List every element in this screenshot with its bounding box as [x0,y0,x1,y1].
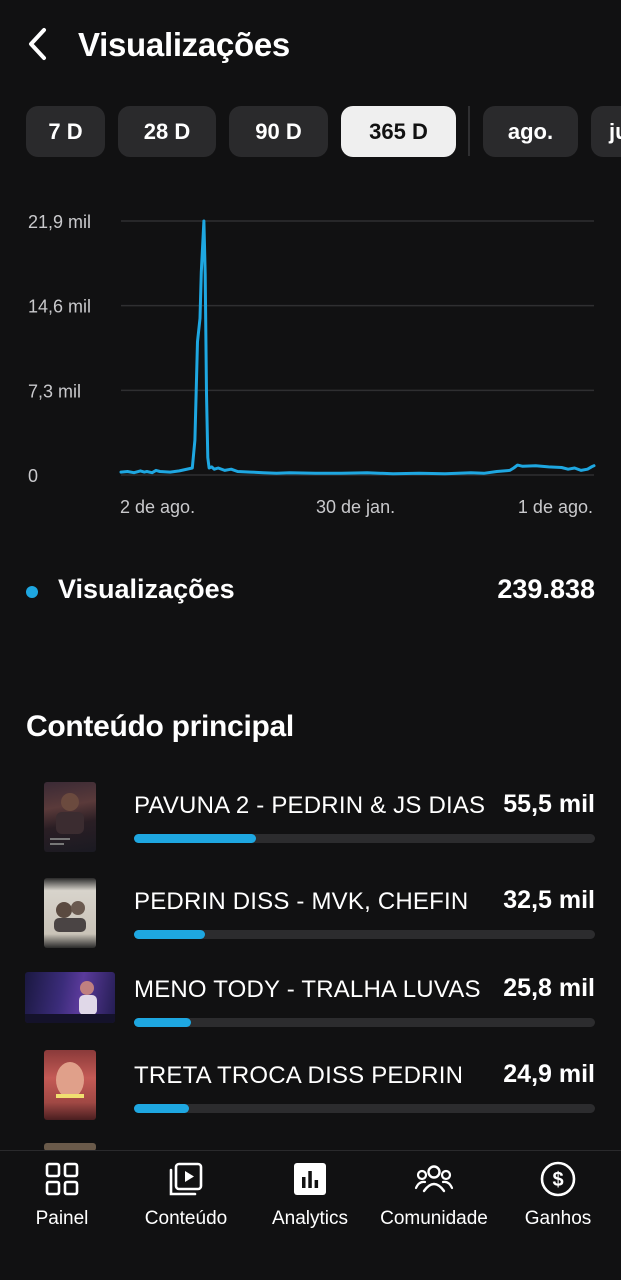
content-item[interactable]: PEDRIN DISS - MVK, CHEFIN 32,5 mil [0,878,621,958]
bar-chart-icon [290,1159,330,1199]
tab-label: Analytics [271,1208,349,1229]
chip-label: 90 D [255,118,302,144]
chip-label: 7 D [48,118,83,144]
video-thumbnail [25,972,115,1023]
chip-label: ju [609,118,621,144]
thumbnail-image [56,1062,84,1098]
section-title: Conteúdo principal [26,710,294,743]
dollar-circle-icon: $ [538,1159,578,1199]
tab-label: Comunidade [380,1208,488,1229]
y-tick-label: 0 [28,466,38,486]
video-thumbnail [44,1050,96,1120]
chip-7d[interactable]: 7 D [26,106,105,157]
chevron-left-icon [29,28,46,60]
page-title: Visualizações [78,26,290,63]
views-bar-fill [134,1018,191,1027]
x-tick-label: 30 de jan. [316,497,395,517]
chip-divider [468,106,470,156]
tab-label: Conteúdo [144,1208,228,1229]
views-bar-track [134,834,595,843]
views-bar-track [134,930,595,939]
content-views: 24,9 mil [503,1060,595,1088]
content-views: 55,5 mil [503,790,595,818]
back-button[interactable] [22,24,54,64]
header: Visualizações [0,0,621,90]
chip-label: 28 D [143,118,191,144]
views-bar-fill [134,834,257,843]
views-bar-track [134,1018,595,1027]
thumbnail-image [50,793,84,845]
tab-analytics[interactable]: Analytics [260,1151,360,1251]
chip-365d[interactable]: 365 D [341,106,456,157]
chip-28d[interactable]: 28 D [118,106,216,157]
chip-month-ju[interactable]: ju [591,106,621,157]
video-thumbnail [44,782,96,852]
content-title: PAVUNA 2 - PEDRIN & JS DIAS [134,792,486,819]
tab-label: Painel [35,1208,89,1229]
chip-month-ago[interactable]: ago. [483,106,578,157]
tab-comunidade[interactable]: Comunidade [372,1151,496,1251]
chip-label: 365 D [369,118,428,144]
content-title: MENO TODY - TRALHA LUVAS [134,976,481,1003]
y-tick-label: 21,9 mil [28,212,91,232]
thumbnail-image [25,981,115,1023]
thumbnail-image [54,901,86,932]
video-library-icon [166,1159,206,1199]
x-tick-label: 1 de ago. [518,497,593,517]
dashboard-grid-icon [42,1159,82,1199]
content-title: PEDRIN DISS - MVK, CHEFIN [134,888,469,915]
legend-dot [26,586,38,598]
metric-legend: Visualizações 239.838 [24,570,595,614]
total-views: 239.838 [497,574,595,604]
content-views: 32,5 mil [503,886,595,914]
chart-svg: 21,9 mil 14,6 mil 7,3 mil 0 2 de ago. 30 de j… [28,212,596,517]
svg-text:$: $ [552,1169,563,1191]
content-title: TRETA TROCA DISS PEDRIN [134,1062,464,1089]
x-tick-label: 2 de ago. [120,497,195,517]
y-tick-label: 14,6 mil [28,297,91,317]
views-chart[interactable]: 21,9 mil 14,6 mil 7,3 mil 0 2 de ago. 30 de j… [0,190,621,530]
tab-painel[interactable]: Painel [12,1151,112,1251]
chip-90d[interactable]: 90 D [229,106,328,157]
views-bar-track [134,1104,595,1113]
y-tick-label: 7,3 mil [28,381,81,401]
tab-label: Ganhos [524,1208,592,1229]
views-bar-fill [134,930,206,939]
content-views: 25,8 mil [503,974,595,1002]
tab-ganhos[interactable]: $ Ganhos [510,1151,606,1251]
content-item[interactable]: TRETA TROCA DISS PEDRIN 24,9 mil [0,1050,621,1132]
tab-conteudo[interactable]: Conteúdo [126,1151,246,1251]
views-series-line [119,219,596,476]
chip-label: ago. [507,118,554,144]
views-bar-fill [134,1104,189,1113]
community-people-icon [414,1159,454,1199]
legend-label: Visualizações [58,574,235,604]
content-item[interactable]: PAVUNA 2 - PEDRIN & JS DIAS 55,5 mil [0,782,621,862]
content-item[interactable]: MENO TODY - TRALHA LUVAS 25,8 mil [0,966,621,1046]
bottom-tab-bar: Painel Conteúdo Analytics Comunidade $ G… [0,1150,621,1280]
period-selector: 7 D 28 D 90 D 365 D ago. ju [26,106,621,158]
video-thumbnail [44,878,96,948]
